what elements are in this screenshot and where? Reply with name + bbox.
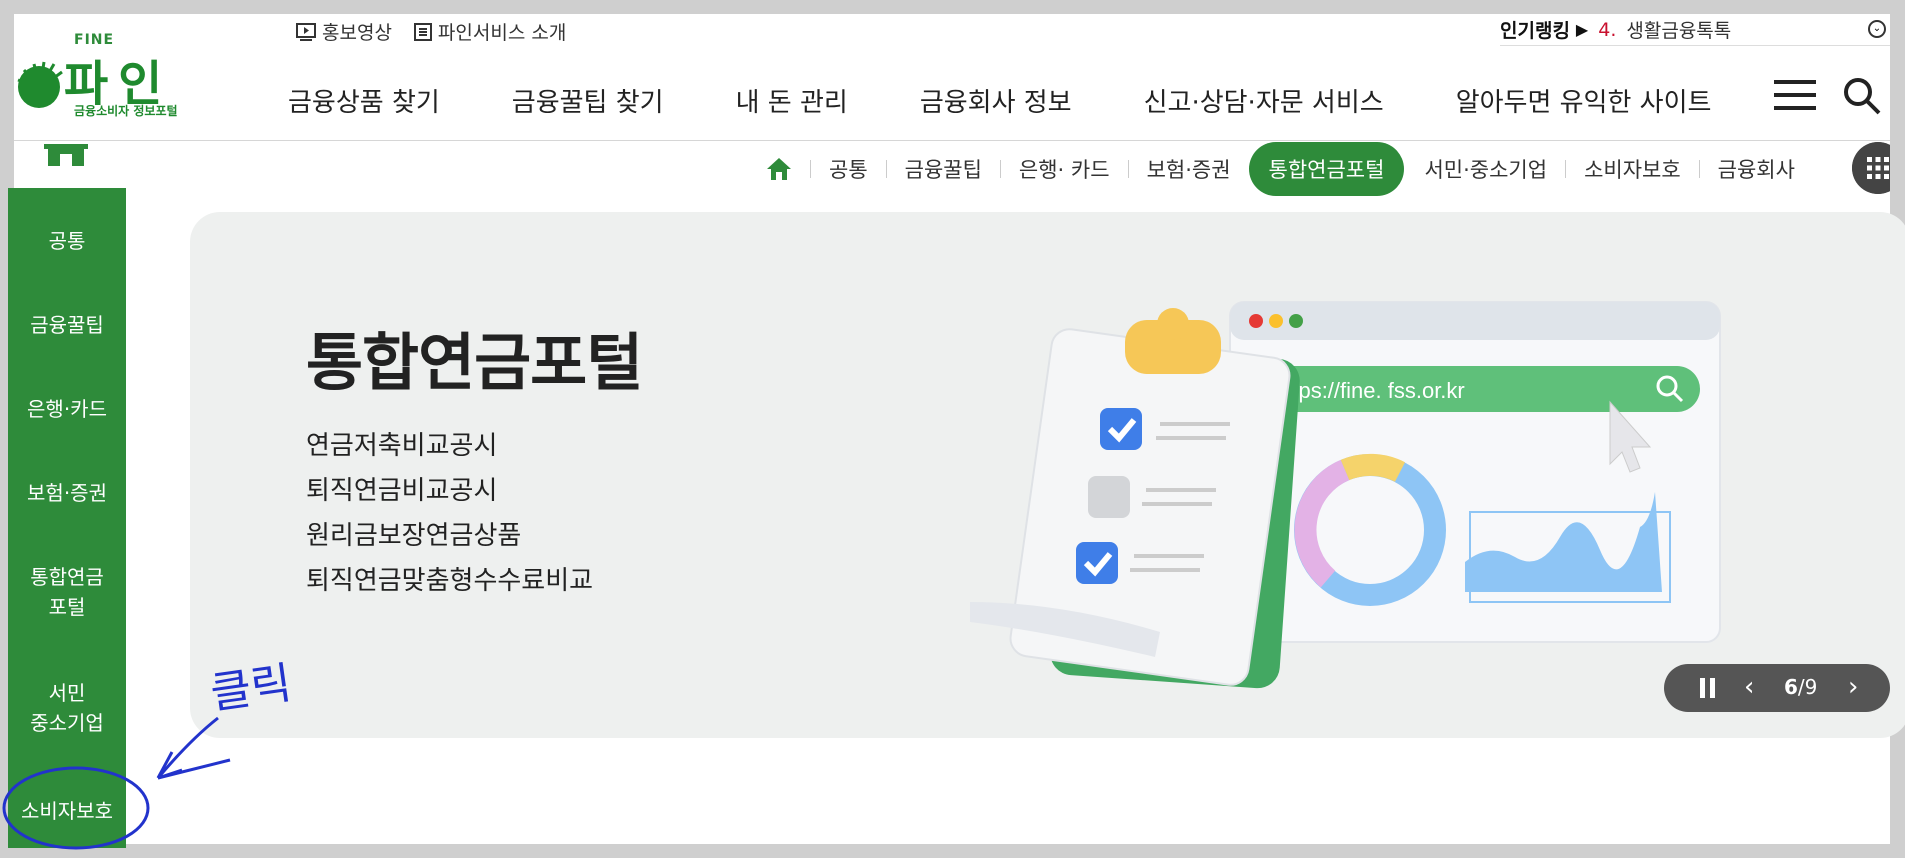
tab-pension-active[interactable]: 통합연금포털 (1248, 142, 1405, 196)
ranking-label: 인기랭킹 (1500, 20, 1570, 42)
play-arrow-icon: ▶ (1575, 20, 1589, 39)
all-menu-grid-icon[interactable] (1852, 142, 1890, 194)
gnb-product-search[interactable]: 금융상품 찾기 (288, 82, 440, 119)
gnb-company-info[interactable]: 금융회사 정보 (920, 82, 1072, 119)
slide-pager: ‹ 6/9 › (1664, 664, 1890, 712)
url-text: https://fine. fss.or.kr (1274, 378, 1465, 403)
clipboard-illustration (970, 308, 1300, 689)
hero-link-retirement[interactable]: 퇴직연금비교공시 (306, 469, 593, 514)
logo-tagline: 금융소비자 정보포털 (74, 104, 178, 118)
menu-hamburger-icon[interactable] (1774, 80, 1816, 110)
next-slide-icon[interactable]: › (1848, 672, 1858, 702)
hero-link-savings[interactable]: 연금저축비교공시 (306, 424, 593, 469)
site-logo[interactable]: FINE 파인 금융소비자 정보포털 (16, 22, 196, 122)
promo-video-label: 홍보영상 (322, 22, 392, 44)
side-item-pension[interactable]: 통합연금 포털 (8, 562, 126, 622)
home-icon-partial[interactable] (44, 142, 88, 166)
prev-slide-icon[interactable]: ‹ (1744, 672, 1754, 702)
service-intro-label: 파인서비스 소개 (437, 22, 567, 44)
tab-separator (1127, 160, 1129, 178)
tab-tips[interactable]: 금융꿀팁 (905, 154, 982, 184)
gnb-useful-sites[interactable]: 알아두면 유익한 사이트 (1456, 82, 1712, 119)
tab-financial-company[interactable]: 금융회사 (1718, 154, 1795, 184)
main-nav: 금융상품 찾기 금융꿀팁 찾기 내 돈 관리 금융회사 정보 신고·상담·자문 … (288, 82, 1783, 119)
hero-banner: 통합연금포털 연금저축비교공시 퇴직연금비교공시 원리금보장연금상품 퇴직연금맞… (190, 212, 1905, 738)
popular-ranking[interactable]: 인기랭킹 ▶ 4. 생활금융톡톡 ⌄ (1500, 14, 1890, 46)
promo-video-link[interactable]: 홍보영상 (296, 18, 392, 45)
service-intro-link[interactable]: 파인서비스 소개 (413, 18, 567, 45)
tab-insurance[interactable]: 보험·증권 (1147, 154, 1231, 184)
side-item-tips[interactable]: 금융꿀팁 (8, 310, 126, 340)
tab-separator (1565, 160, 1567, 178)
hero-link-fee-compare[interactable]: 퇴직연금맞춤형수수료비교 (306, 559, 593, 604)
utility-links: 홍보영상 파인서비스 소개 (296, 18, 566, 45)
slide-total: 9 (1804, 675, 1818, 699)
side-item-bank-card[interactable]: 은행·카드 (8, 394, 126, 424)
tab-consumer-protection[interactable]: 소비자보호 (1584, 154, 1681, 184)
slide-counter: 6/9 (1784, 675, 1817, 699)
tab-separator (1698, 160, 1700, 178)
tab-separator (999, 160, 1001, 178)
search-icon[interactable] (1842, 76, 1882, 116)
tab-common[interactable]: 공통 (829, 154, 868, 184)
video-icon (296, 22, 316, 41)
hero-title: 통합연금포털 (306, 326, 643, 399)
hero-illustration: https://fine. fss.or.kr (970, 301, 1721, 689)
slide-separator: / (1797, 675, 1805, 699)
gnb-tips-search[interactable]: 금융꿀팁 찾기 (512, 82, 664, 119)
category-tabs: 공통 금융꿀팁 은행· 카드 보험·증권 통합연금포털 서민·중소기업 소비자보… (766, 142, 1795, 196)
header-divider (14, 140, 1890, 141)
gnb-report-service[interactable]: 신고·상담·자문 서비스 (1144, 82, 1384, 119)
tab-separator (885, 160, 887, 178)
ranking-toggle-icon[interactable]: ⌄ (1868, 20, 1886, 38)
annotation-click-text: 클릭 (207, 657, 295, 720)
logo-disc (18, 66, 60, 108)
hero-link-guaranteed[interactable]: 원리금보장연금상품 (306, 514, 593, 559)
list-icon (413, 22, 432, 41)
ranking-number: 4. (1598, 18, 1617, 41)
tab-sme[interactable]: 서민·중소기업 (1424, 154, 1547, 184)
side-item-insurance[interactable]: 보험·증권 (8, 478, 126, 508)
hero-link-list: 연금저축비교공시 퇴직연금비교공시 원리금보장연금상품 퇴직연금맞춤형수수료비교 (306, 424, 593, 604)
home-icon[interactable] (766, 157, 792, 181)
browser-window-illustration: https://fine. fss.or.kr (1229, 301, 1721, 643)
gnb-my-money[interactable]: 내 돈 관리 (736, 82, 848, 119)
tab-bank-card[interactable]: 은행· 카드 (1019, 154, 1110, 184)
pause-icon[interactable] (1700, 678, 1716, 698)
side-item-common[interactable]: 공통 (8, 226, 126, 256)
ranking-text: 생활금융톡톡 (1626, 20, 1732, 42)
tab-separator (810, 160, 811, 178)
slide-current: 6 (1784, 675, 1798, 699)
